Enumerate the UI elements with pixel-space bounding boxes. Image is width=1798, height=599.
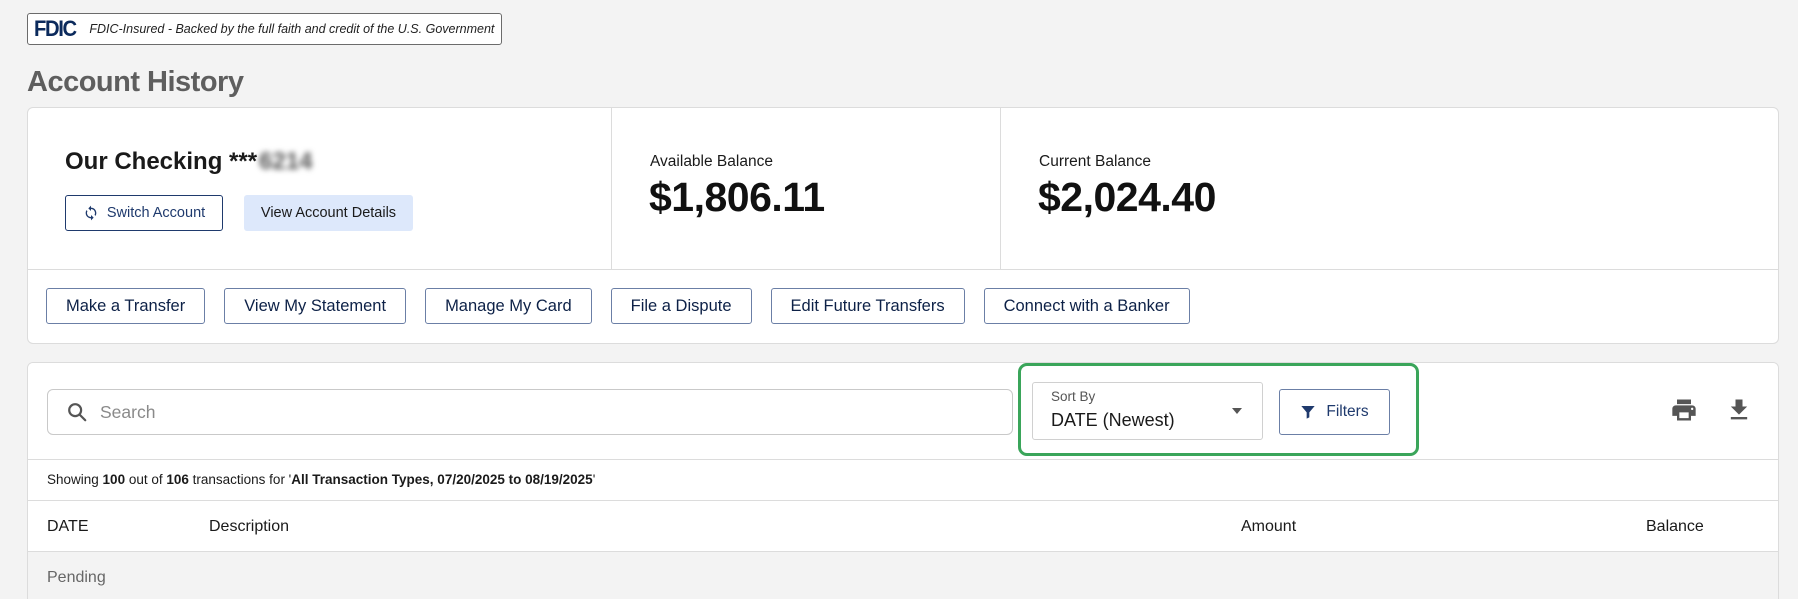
filters-label: Filters	[1326, 403, 1369, 420]
switch-account-button[interactable]: Switch Account	[65, 195, 223, 231]
account-summary-card: Our Checking ***6214 Switch Account View…	[27, 107, 1779, 344]
print-icon[interactable]	[1670, 396, 1698, 424]
current-balance-label: Current Balance	[1039, 153, 1152, 170]
refresh-icon	[85, 205, 97, 221]
filters-button[interactable]: Filters	[1279, 389, 1390, 435]
available-balance-label: Available Balance	[650, 153, 773, 170]
summary-end: '	[592, 472, 596, 487]
fdic-banner: FDIC FDIC-Insured - Backed by the full f…	[27, 13, 502, 45]
summary-total: 106	[166, 472, 189, 487]
page: FDIC FDIC-Insured - Backed by the full f…	[0, 0, 1798, 599]
account-number-masked: 6214	[259, 148, 313, 175]
download-icon[interactable]	[1725, 396, 1753, 424]
manage-card-button[interactable]: Manage My Card	[425, 288, 592, 324]
file-dispute-button[interactable]: File a Dispute	[610, 288, 752, 324]
filter-icon	[1301, 406, 1316, 419]
fdic-text: FDIC-Insured - Backed by the full faith …	[89, 22, 495, 36]
summary-criteria: All Transaction Types, 07/20/2025 to 08/…	[291, 472, 593, 487]
switch-account-label: Switch Account	[106, 205, 206, 221]
current-balance-value: $2,024.40	[1038, 174, 1216, 220]
chevron-down-icon	[1232, 408, 1242, 414]
transactions-card: Sort By DATE (Newest) Filters Showing 10…	[27, 362, 1779, 599]
transactions-section-pending: Pending	[28, 552, 1778, 599]
summary-out-of: out of	[125, 472, 167, 487]
section-label-pending: Pending	[47, 569, 106, 586]
available-balance-value: $1,806.11	[649, 174, 825, 220]
account-name-prefix: Our Checking ***	[65, 148, 258, 175]
connect-banker-button[interactable]: Connect with a Banker	[983, 288, 1190, 324]
sort-by-label: Sort By	[1051, 389, 1096, 404]
page-title: Account History	[27, 66, 244, 98]
account-name: Our Checking ***6214	[65, 148, 312, 176]
summary-for: transactions for '	[188, 472, 292, 487]
view-statement-button[interactable]: View My Statement	[224, 288, 407, 324]
available-balance-panel: Available Balance $1,806.11	[612, 108, 1001, 270]
column-header-date[interactable]: DATE	[47, 518, 88, 536]
view-account-details-button[interactable]: View Account Details	[244, 195, 413, 231]
column-header-description[interactable]: Description	[209, 518, 289, 536]
account-info-panel: Our Checking ***6214 Switch Account View…	[28, 108, 612, 270]
search-box[interactable]	[47, 389, 1013, 435]
account-summary-top: Our Checking ***6214 Switch Account View…	[28, 108, 1778, 270]
search-icon	[68, 403, 87, 422]
make-transfer-button[interactable]: Make a Transfer	[46, 288, 206, 324]
search-input[interactable]	[100, 401, 980, 423]
sort-by-select[interactable]: Sort By DATE (Newest)	[1032, 382, 1263, 440]
edit-future-transfers-button[interactable]: Edit Future Transfers	[770, 288, 965, 324]
account-actions: Make a Transfer View My Statement Manage…	[46, 288, 1190, 324]
summary-count: 100	[102, 472, 126, 487]
column-header-amount[interactable]: Amount	[1241, 518, 1296, 536]
current-balance-panel: Current Balance $2,024.40	[1001, 108, 1778, 270]
transactions-summary: Showing 100 out of 106 transactions for …	[47, 472, 595, 487]
column-header-balance[interactable]: Balance	[1646, 518, 1704, 536]
sort-by-value: DATE (Newest)	[1051, 410, 1175, 430]
summary-showing: Showing	[47, 472, 103, 487]
transactions-table-header: DATE Description Amount Balance	[28, 500, 1778, 552]
fdic-logo: FDIC	[34, 16, 77, 41]
transactions-toolbar: Sort By DATE (Newest) Filters	[28, 363, 1778, 460]
